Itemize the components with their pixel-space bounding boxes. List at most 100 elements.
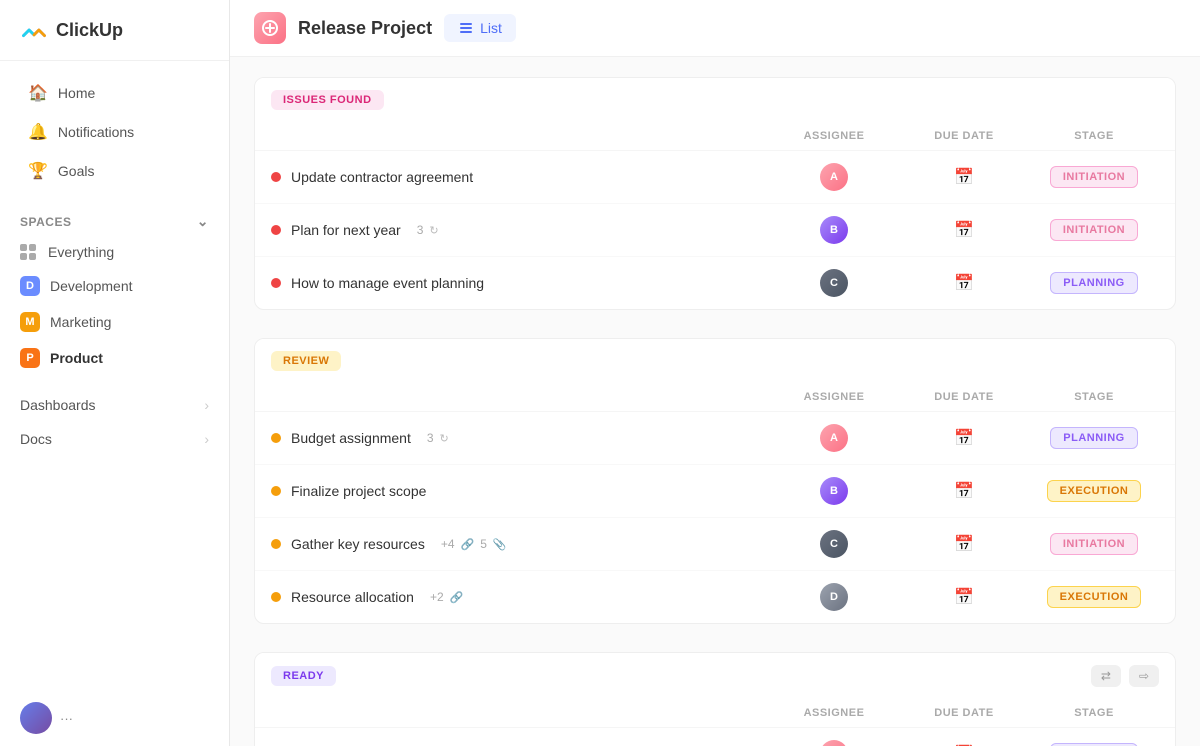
due-date-cell: 📅 [899,481,1029,501]
sidebar-item-home[interactable]: 🏠 Home [8,74,221,112]
stage-badge: INITIATION [1050,219,1138,241]
list-icon [458,20,474,36]
due-date-cell: 📅 [899,587,1029,607]
development-label: Development [50,278,133,294]
avatar: B [820,477,848,505]
sidebar-item-goals[interactable]: 🏆 Goals [8,152,221,190]
assignee-cell: A [769,740,899,746]
stage-badge: INITIATION [1050,533,1138,555]
group-review-header: REVIEW [255,339,1175,383]
home-label: Home [58,85,95,101]
assignee-cell: A [769,424,899,452]
group-issues-header: ISSUES FOUND [255,78,1175,122]
home-icon: 🏠 [28,83,48,103]
task-name: Update contractor agreement [291,169,473,185]
sidebar: ClickUp 🏠 Home 🔔 Notifications 🏆 Goals S… [0,0,230,746]
stage-badge: PLANNING [1050,427,1137,449]
sidebar-item-product[interactable]: P Product [0,340,229,376]
table-row[interactable]: Finalize project scope B 📅 EXECUTION [255,465,1175,518]
avatar: C [820,269,848,297]
calendar-icon: 📅 [954,428,974,448]
stage-badge: PLANNING [1050,272,1137,294]
table-row[interactable]: Update contractor agreement A 📅 INITIATI… [255,151,1175,204]
goals-label: Goals [58,163,95,179]
chevron-down-icon[interactable]: ⌄ [197,213,209,230]
task-info: Update contractor agreement [271,169,769,185]
assignee-cell: B [769,477,899,505]
calendar-icon: 📅 [954,273,974,293]
assignee-cell: D [769,583,899,611]
sidebar-item-notifications[interactable]: 🔔 Notifications [8,113,221,151]
due-date-cell: 📅 [899,534,1029,554]
assignee-cell: C [769,269,899,297]
avatar: A [820,740,848,746]
status-dot [271,539,281,549]
calendar-icon: 📅 [954,534,974,554]
group-ready-header: READY ⇄ ⇨ [255,653,1175,699]
attachment-icon: 📎 [493,538,507,551]
content-area: ISSUES FOUND ASSIGNEE DUE DATE STAGE Upd… [230,57,1200,746]
due-date-cell: 📅 [899,220,1029,240]
sidebar-item-everything[interactable]: Everything [0,236,229,268]
everything-label: Everything [48,244,114,260]
table-row[interactable]: Plan for next year 3 ↻ B 📅 INITIATION [255,204,1175,257]
stage-cell: INITIATION [1029,219,1159,241]
gift-icon [261,19,279,37]
stage-cell: INITIATION [1029,533,1159,555]
task-name: How to manage event planning [291,275,484,291]
project-icon [254,12,286,44]
sidebar-item-marketing[interactable]: M Marketing [0,304,229,340]
stage-cell: PLANNING [1029,427,1159,449]
avatar: A [820,163,848,191]
status-dot [271,172,281,182]
task-info: How to manage event planning [271,275,769,291]
stage-badge: EXECUTION [1047,480,1142,502]
notifications-label: Notifications [58,124,134,140]
sidebar-sections: Dashboards › Docs › [0,384,229,460]
status-dot [271,278,281,288]
ready-badge: READY [271,666,336,686]
chevron-right-icon-docs: › [204,431,209,447]
status-dot [271,225,281,235]
marketing-label: Marketing [50,314,111,330]
assignee-cell: C [769,530,899,558]
table-row[interactable]: Gather key resources +4 🔗 5 📎 C 📅 INITIA… [255,518,1175,571]
product-badge: P [20,348,40,368]
avatar: C [820,530,848,558]
list-view-label: List [480,20,502,36]
avatar: D [820,583,848,611]
docs-label: Docs [20,431,52,447]
clickup-logo-icon [20,16,48,44]
table-row[interactable]: Resource allocation +2 🔗 D 📅 EXECUTION [255,571,1175,623]
link-icon: 🔗 [450,591,464,604]
top-bar: Release Project List [230,0,1200,57]
sidebar-item-dashboards[interactable]: Dashboards › [0,388,229,422]
chevron-right-icon: › [204,397,209,413]
table-row[interactable]: How to manage event planning C 📅 PLANNIN… [255,257,1175,309]
table-row[interactable]: New contractor agreement A 📅 PLANNING [255,728,1175,746]
calendar-icon: 📅 [954,167,974,187]
list-view-tab[interactable]: List [444,14,516,42]
task-meta: 3 ↻ [417,223,439,237]
due-date-cell: 📅 [899,428,1029,448]
sidebar-item-docs[interactable]: Docs › [0,422,229,456]
review-columns: ASSIGNEE DUE DATE STAGE [255,383,1175,412]
task-info: Finalize project scope [271,483,769,499]
task-meta: +4 🔗 5 📎 [441,537,507,551]
ready-ctrl-1[interactable]: ⇄ [1091,665,1121,687]
stage-badge: EXECUTION [1047,586,1142,608]
ready-ctrl-2[interactable]: ⇨ [1129,665,1159,687]
project-title: Release Project [298,18,432,39]
avatar: A [820,424,848,452]
spaces-header: Spaces ⌄ [0,203,229,236]
ready-columns: ASSIGNEE DUE DATE STAGE [255,699,1175,728]
ready-controls: ⇄ ⇨ [1091,665,1159,687]
table-row[interactable]: Budget assignment 3 ↻ A 📅 PLANNING [255,412,1175,465]
user-avatar[interactable] [20,702,52,734]
main-content: Release Project List ISSUES FOUND ASSIGN… [230,0,1200,746]
sidebar-item-development[interactable]: D Development [0,268,229,304]
task-info: Gather key resources +4 🔗 5 📎 [271,536,769,552]
due-date-cell: 📅 [899,167,1029,187]
status-dot [271,592,281,602]
refresh-icon: ↻ [440,432,449,445]
